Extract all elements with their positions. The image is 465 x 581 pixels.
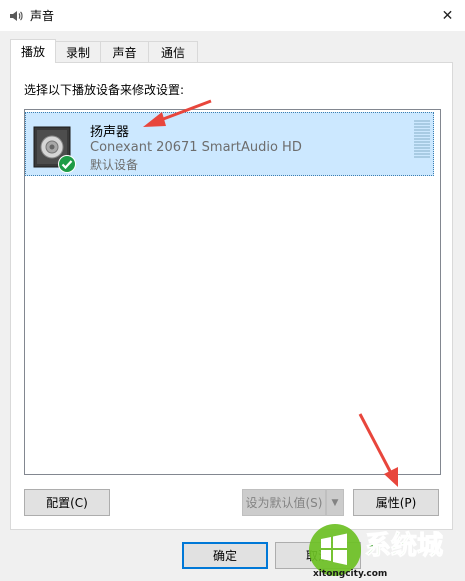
tab-recording[interactable]: 录制: [55, 41, 101, 62]
watermark-brand: 系统城: [365, 530, 443, 561]
device-name: 扬声器: [90, 125, 130, 140]
device-status: 默认设备: [90, 158, 139, 172]
close-icon: ✕: [441, 7, 454, 24]
device-driver: Conexant 20671 SmartAudio HD: [90, 140, 302, 155]
close-button[interactable]: ✕: [430, 0, 465, 31]
title-bar: [0, 0, 465, 31]
watermark-logo: 系统城 xitongcity.com: [309, 524, 444, 579]
configure-button[interactable]: 配置(C): [24, 489, 110, 516]
speaker-icon: [10, 11, 23, 21]
properties-button[interactable]: 属性(P): [353, 489, 439, 516]
default-check-icon: [58, 155, 76, 173]
watermark-url: xitongcity.com: [313, 569, 387, 579]
volume-level-meter: [414, 120, 430, 158]
speaker-device-icon: [33, 126, 76, 173]
instruction-label: 选择以下播放设备来修改设置:: [24, 83, 185, 97]
ok-button[interactable]: 确定: [182, 542, 268, 569]
tab-playback[interactable]: 播放: [10, 39, 56, 63]
set-default-dropdown-button[interactable]: ▼: [326, 489, 344, 516]
set-default-button[interactable]: 设为默认值(S): [242, 489, 326, 516]
tab-sounds[interactable]: 声音: [100, 41, 149, 62]
window-title: 声音: [30, 9, 55, 23]
tab-communications[interactable]: 通信: [148, 41, 198, 62]
